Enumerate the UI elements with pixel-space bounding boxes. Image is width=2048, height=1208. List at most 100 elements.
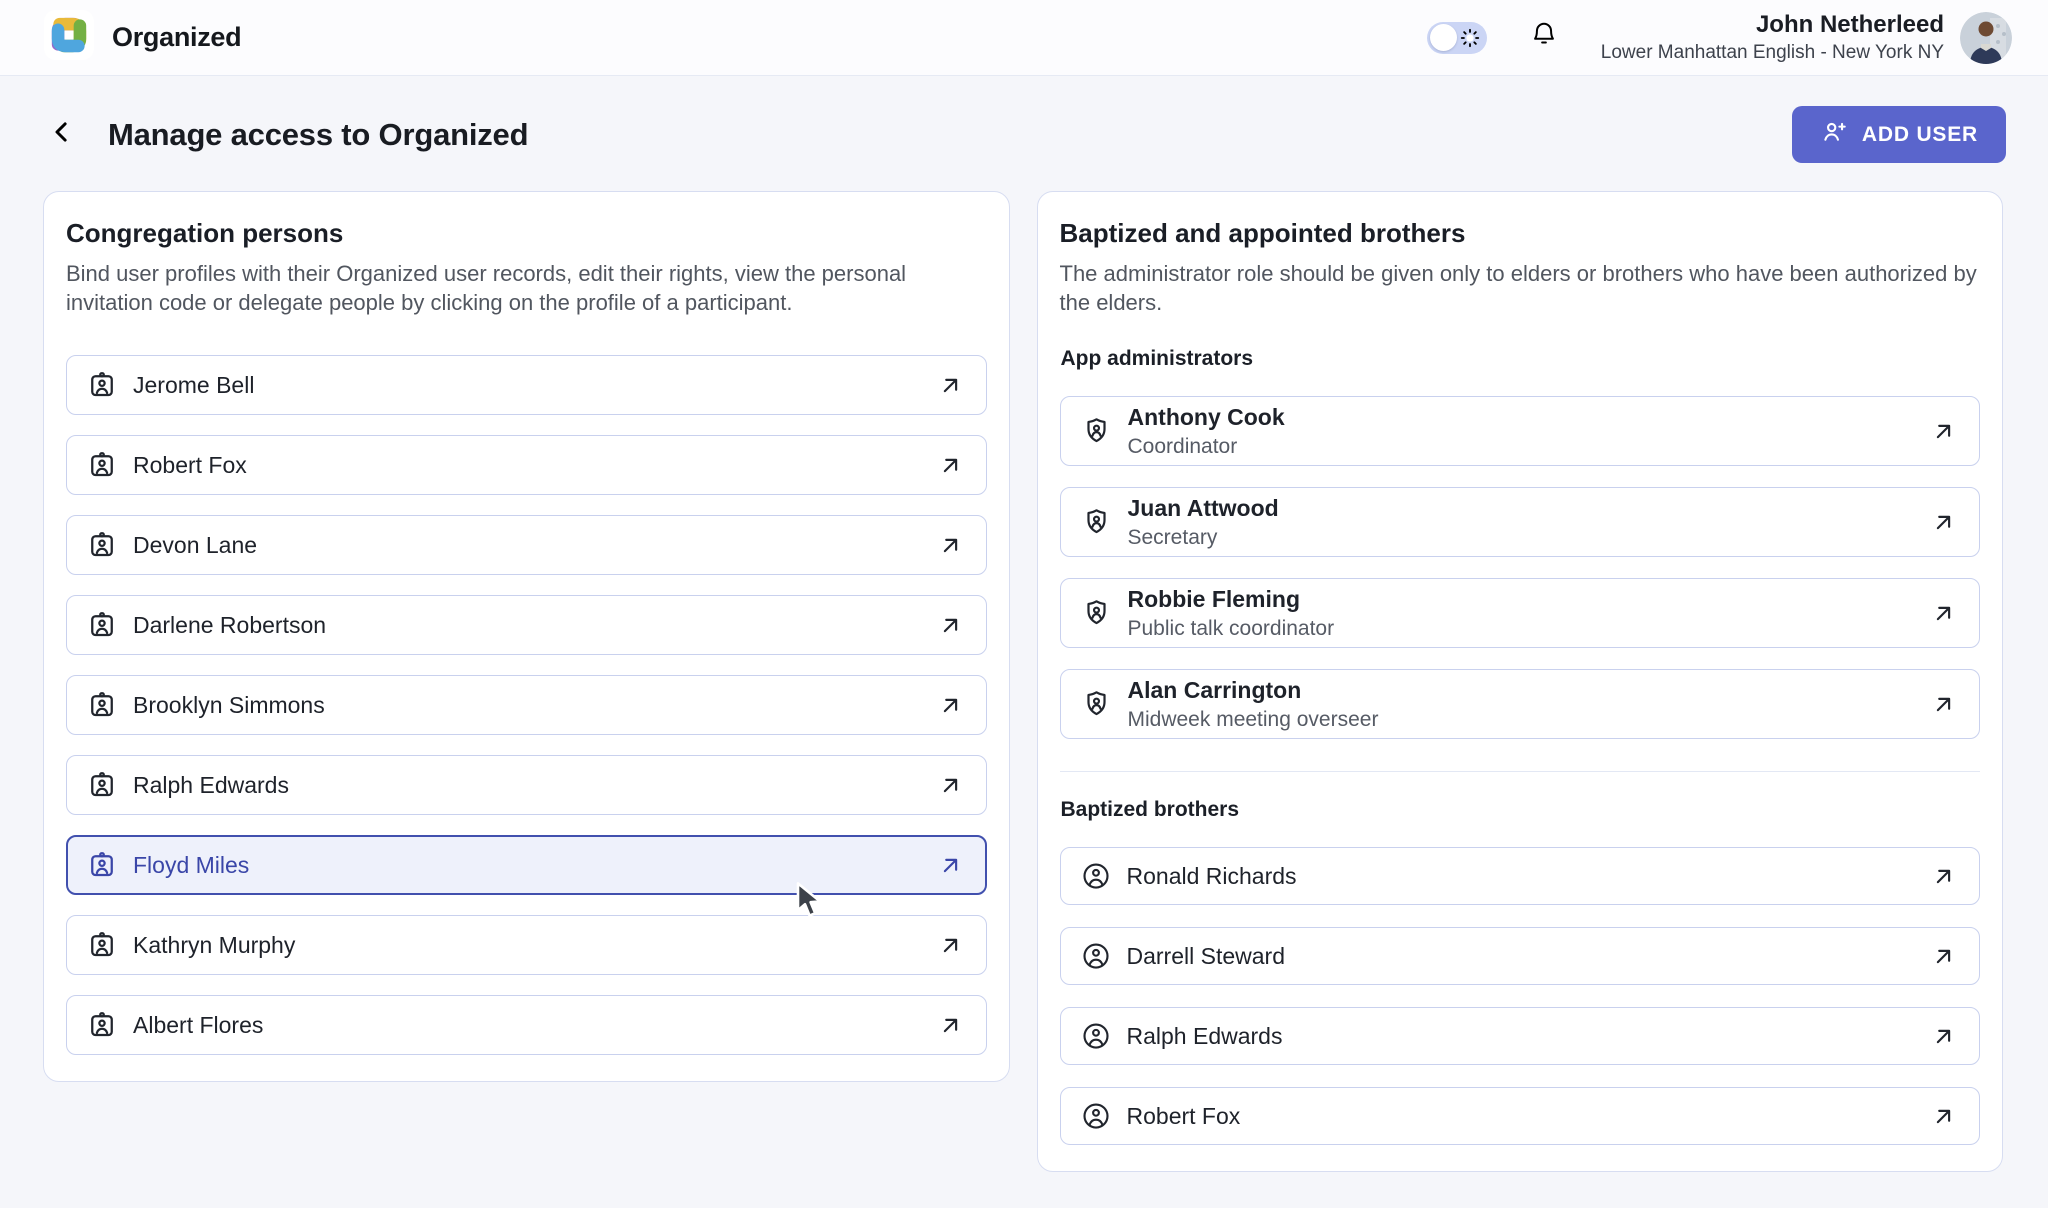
administrator-info: Alan Carrington Midweek meeting overseer [1128,677,1379,732]
user-congregation: Lower Manhattan English - New York NY [1601,42,1944,64]
arrow-up-right-icon [937,612,964,639]
user-menu[interactable]: John Netherleed Lower Manhattan English … [1601,11,2012,64]
administrator-info: Juan Attwood Secretary [1128,495,1279,550]
toggle-knob [1430,24,1457,51]
arrow-up-right-icon [1930,509,1957,536]
app-name: Organized [112,22,241,53]
add-user-label: ADD USER [1862,123,1978,147]
id-badge-person-icon [87,370,117,400]
right-panel-title: Baptized and appointed brothers [1060,218,1981,249]
person-name: Albert Flores [133,1012,263,1039]
id-badge-person-icon [87,610,117,640]
user-name: John Netherleed [1601,11,1944,39]
administrator-row[interactable]: Juan Attwood Secretary [1060,487,1981,557]
shield-person-icon [1081,598,1112,629]
shield-person-icon [1081,689,1112,720]
administrator-role: Secretary [1128,526,1279,550]
chevron-left-icon [47,117,77,152]
user-circle-icon [1081,1021,1111,1051]
administrator-name: Alan Carrington [1128,677,1379,704]
administrator-row[interactable]: Anthony Cook Coordinator [1060,396,1981,466]
baptized-brothers-label: Baptized brothers [1061,798,1981,822]
congregation-person-row[interactable]: Devon Lane [66,515,987,575]
arrow-up-right-icon [937,932,964,959]
congregation-person-row[interactable]: Robert Fox [66,435,987,495]
app-administrators-list: Anthony Cook Coordinator Juan Attwood Se… [1060,396,1981,739]
brand: Organized [44,10,241,65]
person-name: Jerome Bell [133,372,254,399]
congregation-person-list: Jerome Bell Robert Fox [66,355,987,1055]
administrator-role: Midweek meeting overseer [1128,708,1379,732]
add-user-button[interactable]: ADD USER [1792,106,2006,163]
arrow-up-right-icon [937,692,964,719]
administrator-role: Public talk coordinator [1128,617,1335,641]
congregation-person-row[interactable]: Brooklyn Simmons [66,675,987,735]
administrator-name: Juan Attwood [1128,495,1279,522]
administrator-row[interactable]: Alan Carrington Midweek meeting overseer [1060,669,1981,739]
arrow-up-right-icon [1930,600,1957,627]
arrow-up-right-icon [937,372,964,399]
user-info: John Netherleed Lower Manhattan English … [1601,11,1944,64]
section-divider [1060,771,1981,772]
app-header: Organized [0,0,2048,76]
brother-name: Darrell Steward [1127,943,1286,970]
app-administrators-label: App administrators [1061,347,1981,371]
id-badge-person-icon [87,450,117,480]
administrator-info: Robbie Fleming Public talk coordinator [1128,586,1335,641]
person-name: Devon Lane [133,532,257,559]
appointed-brothers-panel: Baptized and appointed brothers The admi… [1037,191,2004,1172]
main-content: Congregation persons Bind user profiles … [0,163,2048,1172]
header-actions: John Netherleed Lower Manhattan English … [1427,11,2012,64]
administrator-role: Coordinator [1128,435,1285,459]
congregation-person-row[interactable]: Kathryn Murphy [66,915,987,975]
shield-person-icon [1081,416,1112,447]
id-badge-person-icon [87,930,117,960]
administrator-row[interactable]: Robbie Fleming Public talk coordinator [1060,578,1981,648]
congregation-person-row[interactable]: Albert Flores [66,995,987,1055]
person-name: Darlene Robertson [133,612,326,639]
arrow-up-right-icon [937,1012,964,1039]
baptized-brother-row[interactable]: Darrell Steward [1060,927,1981,985]
arrow-up-right-icon [937,532,964,559]
brother-name: Ralph Edwards [1127,1023,1283,1050]
organized-app: Organized [0,0,2048,1208]
congregation-person-row[interactable]: Floyd Miles [66,835,987,895]
administrator-info: Anthony Cook Coordinator [1128,404,1285,459]
arrow-up-right-icon [937,772,964,799]
right-panel-description: The administrator role should be given o… [1060,259,1981,317]
theme-toggle[interactable] [1427,22,1487,54]
person-name: Kathryn Murphy [133,932,295,959]
left-panel-description: Bind user profiles with their Organized … [66,259,987,317]
avatar[interactable] [1960,12,2012,64]
congregation-person-row[interactable]: Jerome Bell [66,355,987,415]
congregation-person-row[interactable]: Ralph Edwards [66,755,987,815]
organized-logo-icon [44,10,94,65]
arrow-up-right-icon [1930,418,1957,445]
brother-name: Ronald Richards [1127,863,1297,890]
baptized-brother-row[interactable]: Ronald Richards [1060,847,1981,905]
baptized-brother-row[interactable]: Robert Fox [1060,1087,1981,1145]
bell-icon [1528,19,1560,56]
arrow-up-right-icon [1930,691,1957,718]
sun-icon [1459,27,1481,54]
administrator-name: Anthony Cook [1128,404,1285,431]
person-name: Brooklyn Simmons [133,692,325,719]
arrow-up-right-icon [937,852,964,879]
administrator-name: Robbie Fleming [1128,586,1335,613]
baptized-brother-row[interactable]: Ralph Edwards [1060,1007,1981,1065]
user-circle-icon [1081,861,1111,891]
id-badge-person-icon [87,1010,117,1040]
id-badge-person-icon [87,690,117,720]
user-circle-icon [1081,1101,1111,1131]
back-button[interactable] [44,117,80,153]
congregation-persons-panel: Congregation persons Bind user profiles … [43,191,1010,1082]
person-name: Robert Fox [133,452,247,479]
brother-name: Robert Fox [1127,1103,1241,1130]
arrow-up-right-icon [1930,863,1957,890]
page-title-row: Manage access to Organized ADD USER [0,106,2048,163]
arrow-up-right-icon [1930,943,1957,970]
notifications-button[interactable] [1527,21,1561,55]
person-name: Floyd Miles [133,852,249,879]
congregation-person-row[interactable]: Darlene Robertson [66,595,987,655]
id-badge-person-icon [87,770,117,800]
